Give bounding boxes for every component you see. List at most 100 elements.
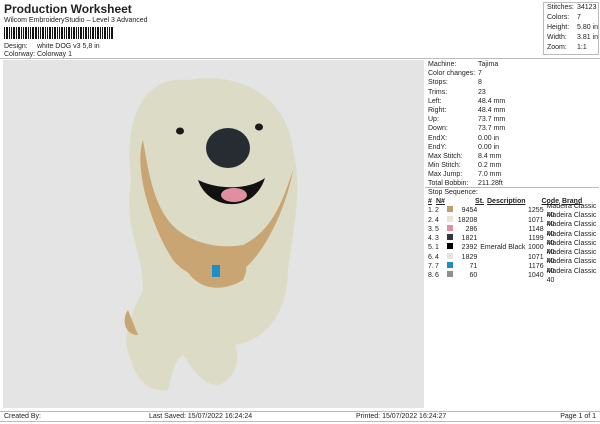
barcode xyxy=(4,27,149,39)
info-row: Right: 48.4 mm xyxy=(425,106,599,115)
info-row: Up: 73.7 mm xyxy=(425,115,599,124)
stop-row: 8. 6 60 1040 Madeira Classic 40 xyxy=(425,268,599,284)
summary-row: Height: 5.80 in xyxy=(544,23,598,33)
info-label: Left: xyxy=(428,97,442,105)
thread-code: 1040 xyxy=(528,272,544,280)
info-label: Trims: xyxy=(428,88,448,96)
stop-sequence: Stop Sequence: # N# St. Description Code… xyxy=(425,187,599,284)
stitch-count: 18208 xyxy=(457,216,478,224)
info-value: 73.7 mm xyxy=(478,125,506,133)
color-swatch xyxy=(447,206,454,213)
info-value: 8.4 mm xyxy=(478,152,502,160)
stitch-count: 2392 xyxy=(461,244,478,252)
stop-index: 6. xyxy=(428,253,434,261)
summary-row: Zoom: 1:1 xyxy=(544,43,598,53)
thread-code: 1071 xyxy=(528,253,544,261)
needle-number: 7 xyxy=(435,263,439,271)
needle-number: 4 xyxy=(435,253,439,261)
color-swatch xyxy=(447,234,454,241)
col-header: # xyxy=(428,198,432,205)
color-swatch xyxy=(447,224,454,231)
color-swatch xyxy=(447,252,454,259)
summary-value: 34123 xyxy=(577,4,597,11)
info-value: 7.0 mm xyxy=(478,171,502,179)
footer: Created By: Last Saved: 15/07/2022 16:24… xyxy=(0,411,600,422)
dog-embroidery-image xyxy=(124,78,298,391)
summary-row: Colors: 7 xyxy=(544,13,598,23)
color-swatch xyxy=(447,215,454,222)
info-value: 23 xyxy=(478,88,486,96)
needle-number: 1 xyxy=(435,244,439,252)
needle-number: 5 xyxy=(435,225,439,233)
machine-info: Machine: Tajima Color changes: 7 Stops: 8 Trim… xyxy=(425,60,599,189)
thread-code: 1148 xyxy=(528,225,544,233)
stop-index: 1. xyxy=(428,207,434,215)
stitch-count: 60 xyxy=(469,272,478,280)
info-value: Tajima xyxy=(478,61,499,68)
col-header: St. xyxy=(475,198,484,205)
thread-code: 1176 xyxy=(528,263,544,271)
info-row: EndX: 0.00 in xyxy=(425,134,599,143)
summary-label: Zoom: xyxy=(547,44,567,51)
divider xyxy=(0,58,600,59)
design-label: Design: xyxy=(4,43,28,50)
info-label: Color changes: xyxy=(428,70,476,78)
col-header: N# xyxy=(436,198,445,205)
page-number: Page 1 of 1 xyxy=(560,413,596,420)
needle-number: 2 xyxy=(435,207,439,215)
thread-code: 1199 xyxy=(528,235,544,243)
info-label: Down: xyxy=(428,125,448,133)
stitch-count: 286 xyxy=(465,225,478,233)
info-row: Max Jump: 7.0 mm xyxy=(425,170,599,179)
info-row: Down: 73.7 mm xyxy=(425,124,599,133)
info-label: EndY: xyxy=(428,143,447,151)
summary-label: Colors: xyxy=(547,14,570,21)
info-value: 48.4 mm xyxy=(478,97,506,105)
info-label: Min Stitch: xyxy=(428,162,461,170)
info-value: 0.00 in xyxy=(478,134,500,142)
needle-number: 4 xyxy=(435,216,439,224)
color-swatch xyxy=(447,271,454,278)
stitch-count: 9454 xyxy=(461,207,478,215)
summary-row: Stitches: 34123 xyxy=(544,3,598,13)
info-label: Machine: xyxy=(428,61,457,68)
stop-index: 7. xyxy=(428,263,434,271)
info-row: Left: 48.4 mm xyxy=(425,97,599,106)
thread-code: 1071 xyxy=(528,216,544,224)
info-label: Up: xyxy=(428,116,439,124)
info-label: Max Jump: xyxy=(428,171,463,179)
info-row: Stops: 8 xyxy=(425,78,599,87)
info-row: Max Stitch: 8.4 mm xyxy=(425,152,599,161)
color-swatch xyxy=(447,262,454,269)
summary-value: 1:1 xyxy=(577,44,587,51)
thread-brand: Madeira Classic 40 xyxy=(546,267,597,285)
stitch-count: 1829 xyxy=(461,253,478,261)
info-row: Color changes: 7 xyxy=(425,69,599,78)
stop-index: 2. xyxy=(428,216,434,224)
info-value: 73.7 mm xyxy=(478,116,506,124)
design-preview xyxy=(3,60,424,408)
stop-index: 3. xyxy=(428,225,434,233)
thread-code: 1000 xyxy=(528,244,544,252)
info-value: 7 xyxy=(478,70,482,78)
colorway-label: Colorway: xyxy=(4,51,36,58)
info-value: 0.00 in xyxy=(478,143,500,151)
stop-index: 4. xyxy=(428,235,434,243)
summary-label: Width: xyxy=(547,34,567,41)
summary-value: 3.81 in xyxy=(576,34,599,41)
printed-date: Printed: 15/07/2022 16:24:27 xyxy=(356,413,447,420)
info-label: EndX: xyxy=(428,134,448,142)
needle-number: 6 xyxy=(435,272,439,280)
info-row: Min Stitch: 0.2 mm xyxy=(425,161,599,170)
thread-description: Emerald Black xyxy=(480,244,526,252)
stitch-count: 71 xyxy=(469,263,478,271)
info-label: Max Stitch: xyxy=(428,152,463,160)
stitch-count: 1821 xyxy=(461,235,478,243)
stop-index: 8. xyxy=(428,272,434,280)
summary-label: Height: xyxy=(547,24,570,31)
summary-label: Stitches: xyxy=(547,4,574,11)
info-row: Machine: Tajima xyxy=(425,60,599,69)
needle-number: 3 xyxy=(435,235,439,243)
info-row: EndY: 0.00 in xyxy=(425,143,599,152)
design-name: white DOG v3 5,8 in xyxy=(37,43,100,50)
